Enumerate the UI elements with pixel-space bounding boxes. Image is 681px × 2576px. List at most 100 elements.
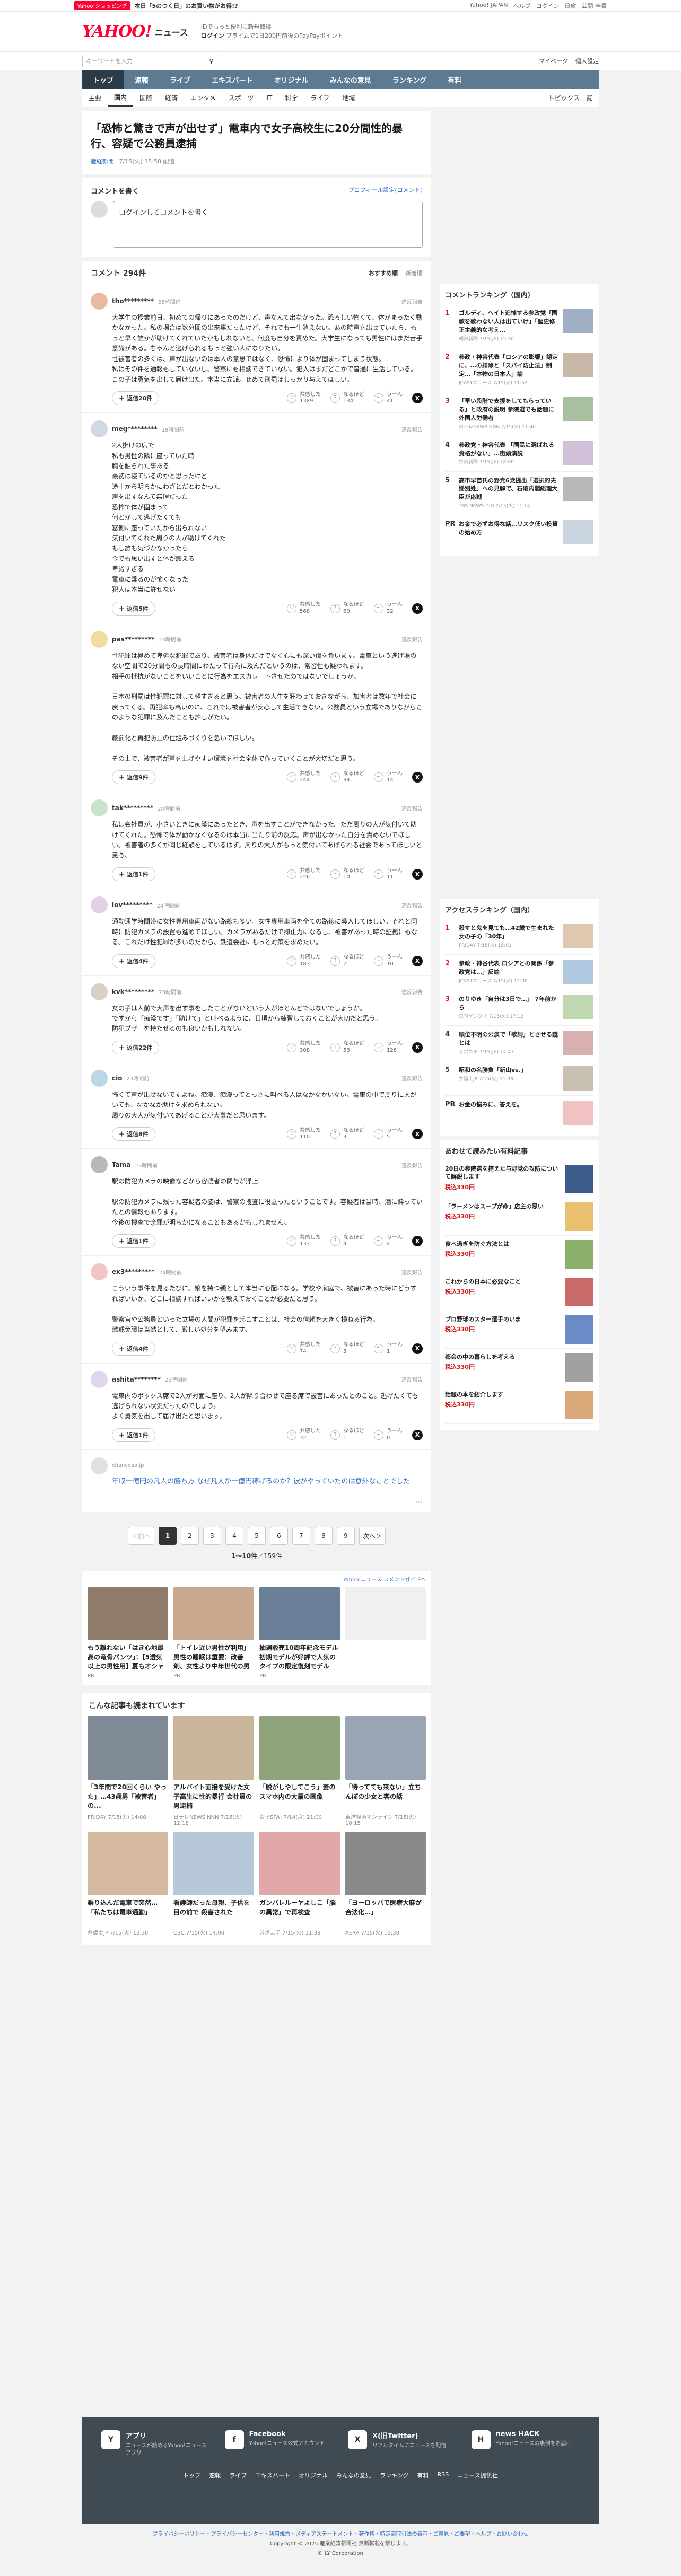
nav-tab-0[interactable]: トップ	[82, 70, 125, 89]
footer-link[interactable]: 有料	[417, 2471, 429, 2480]
footer-app[interactable]: f Facebook Yahoo!ニュース公式アカウント	[224, 2430, 334, 2457]
paid-article-item[interactable]: 「ラーメンはスープが命」店主の思い 税込330円	[445, 1198, 593, 1236]
tagline-1[interactable]: IDでもっと便利に新規取得	[201, 23, 343, 32]
paid-article-item[interactable]: これからの日本に必要なこと 税込330円	[445, 1273, 593, 1312]
nav-tab-6[interactable]: ランキング	[382, 70, 438, 89]
commenter-avatar[interactable]	[91, 1370, 108, 1388]
also-read-item[interactable]: ガンバレルーヤよしこ「脳の異常」で再検査 スポニチ 7/15(火) 11:38	[259, 1832, 340, 1936]
pager-page[interactable]: 1	[159, 1527, 177, 1545]
reaction-think[interactable]: ? なるほど 10	[330, 868, 364, 881]
reaction-like[interactable]: ♡ 共感した 226	[287, 868, 321, 881]
topbar-link-1[interactable]: ヘルプ	[513, 2, 531, 10]
x-share-icon[interactable]: X	[412, 603, 423, 614]
subnav-tab-9[interactable]: 地域	[336, 89, 361, 107]
reaction-think[interactable]: ? なるほど 4	[330, 1235, 364, 1248]
news-logo-text[interactable]: ニュース	[155, 25, 188, 38]
subnav-tab-10[interactable]: トピックス一覧	[542, 89, 599, 107]
subnav-tab-3[interactable]: 経済	[159, 89, 184, 107]
commenter-name[interactable]: meg*********	[112, 425, 158, 433]
pager-page[interactable]: 6	[270, 1527, 288, 1545]
reaction-like[interactable]: ♡ 共感した 133	[287, 1235, 321, 1248]
ranking-item[interactable]: 1 ゴルディ、ヘイト追悼する参政党「国歌を歌わない人は出ていけ」「歴史修正主義的な…	[445, 304, 593, 348]
commenter-avatar[interactable]	[91, 420, 108, 438]
commenter-name[interactable]: tho*********	[112, 297, 154, 305]
pager-page[interactable]: 4	[225, 1527, 243, 1545]
footer-link[interactable]: みんなの意見	[336, 2471, 371, 2480]
topbar-link-0[interactable]: Yahoo! JAPAN	[469, 2, 508, 10]
pager-page[interactable]: 9	[337, 1527, 355, 1545]
promo-tile[interactable]: もう離れない「はき心地最高の竜骨パンツ」：【5透気以上の男性用】夏もオシャレなズ…	[88, 1587, 168, 1679]
reaction-like[interactable]: ♡ 共感した 1389	[287, 392, 321, 405]
reply-button[interactable]: ＋返信1件	[112, 1234, 155, 1249]
nav-tab-7[interactable]: 有料	[437, 70, 472, 89]
subnav-tab-4[interactable]: エンタメ	[184, 89, 222, 107]
reaction-like[interactable]: ♡ 共感した 74	[287, 1342, 321, 1355]
footer-app[interactable]: X X(旧Twitter) リアルタイムにニュースを配信	[348, 2430, 457, 2457]
subnav-tab-0[interactable]: 主要	[82, 89, 108, 107]
ranking-pr[interactable]: PR お金で必ずお得な話…リスク低い投資の始め方	[445, 515, 593, 549]
commenter-name[interactable]: kvk*********	[112, 988, 154, 996]
article-title[interactable]: 「恐怖と驚きで声が出せず」電車内で女子高校生に20分間性的暴行、容疑で公務員逮捕	[91, 121, 423, 152]
reaction-hmm[interactable]: ~ うーん 14	[374, 771, 403, 784]
nav-tab-4[interactable]: オリジナル	[264, 70, 319, 89]
promo-tile[interactable]: 「トイレ近い男性が利用」男性の睡眠は重要：改善剤、女性より中年世代の男性で起こり…	[173, 1587, 254, 1679]
nav-tab-3[interactable]: エキスパート	[201, 70, 264, 89]
reaction-like[interactable]: ♡ 共感した 110	[287, 1128, 321, 1141]
promo-tile[interactable]: 抽選販売10周年記念モデル 初期モデルが好評で人気のタイプの限定復刻モデル PR	[259, 1587, 340, 1679]
sort-recommended[interactable]: おすすめ順	[369, 269, 398, 277]
reaction-hmm[interactable]: ~ うーん 1	[374, 1342, 403, 1355]
paid-article-item[interactable]: 20日の参院選を控えた与野党の攻防について解説します 税込330円	[445, 1160, 593, 1199]
footer-link[interactable]: オリジナル	[299, 2471, 328, 2480]
reaction-hmm[interactable]: ~ うーん 41	[374, 392, 403, 405]
subnav-tab-7[interactable]: 科学	[278, 89, 304, 107]
commenter-avatar[interactable]	[91, 896, 108, 914]
commenter-avatar[interactable]	[91, 983, 108, 1000]
reaction-hmm[interactable]: ~ うーん 5	[374, 1128, 403, 1141]
x-share-icon[interactable]: X	[412, 869, 423, 880]
x-share-icon[interactable]: X	[412, 393, 423, 404]
pager-page[interactable]: 3	[203, 1527, 221, 1545]
subnav-tab-5[interactable]: スポーツ	[222, 89, 260, 107]
pager-page[interactable]: 7	[292, 1527, 310, 1545]
profile-settings-link[interactable]: プロフィール設定(コメント)	[348, 186, 423, 196]
footer-link[interactable]: ニュース提供社	[457, 2471, 497, 2480]
reply-button[interactable]: ＋返信22件	[112, 1040, 160, 1054]
shopping-badge[interactable]: Yahoo!ショッピング	[74, 1, 130, 10]
reaction-hmm[interactable]: ~ うーん 128	[374, 1041, 403, 1054]
legal-links[interactable]: プライバシーポリシー・プライバシーセンター・利用規約・メディアステートメント・著…	[0, 2530, 681, 2539]
footer-link[interactable]: ランキング	[380, 2471, 409, 2480]
report-link[interactable]: 違反報告	[401, 804, 423, 812]
also-read-item[interactable]: 「脱がしやしてこう」妻のスマホ内の大量の画像 女子SPA! 7/14(月) 21:…	[259, 1716, 340, 1826]
ranking-item[interactable]: 3 「早い段階で支援をしてもらっている」と政府の説明 参院選でも話題に外国人労働者…	[445, 392, 593, 436]
reply-button[interactable]: ＋返信8件	[112, 1127, 155, 1141]
reply-button[interactable]: ＋返信4件	[112, 954, 155, 968]
footer-link[interactable]: トップ	[183, 2471, 200, 2480]
footer-link[interactable]: ライブ	[229, 2471, 247, 2480]
also-read-item[interactable]: 「3年間で20回くらい やった」…43歳男「被害者」の... FRIDAY 7/1…	[88, 1716, 168, 1826]
ranking-item[interactable]: 1 殺すと鬼を見ても…42歳で生まれた女の子の「30年」 FRIDAY 7/15(火…	[445, 919, 593, 955]
commenter-avatar[interactable]	[91, 293, 108, 310]
reaction-hmm[interactable]: ~ うーん 0	[374, 1428, 403, 1441]
commenter-avatar[interactable]	[91, 799, 108, 817]
ranking-item[interactable]: 4 参政党・神谷代表 「国民に選ばれる資格がない」…街頭演説 毎日新聞 7/15(火…	[445, 436, 593, 472]
commenter-name[interactable]: lov*********	[112, 901, 153, 909]
report-link[interactable]: 違反報告	[401, 1074, 423, 1082]
commenter-avatar[interactable]	[91, 1156, 108, 1174]
report-link[interactable]: 違反報告	[401, 1375, 423, 1383]
also-read-item[interactable]: 「待ってても来ない」立ちんぼの少女と客の話 東洋経済オンライン 7/15(火) 1…	[345, 1716, 426, 1826]
paid-article-item[interactable]: プロ野球のスター選手のいま 税込330円	[445, 1311, 593, 1349]
reaction-like[interactable]: ♡ 共感した 244	[287, 771, 321, 784]
reaction-think[interactable]: ? なるほど 7	[330, 954, 364, 968]
pager-page[interactable]: 5	[248, 1527, 266, 1545]
reply-button[interactable]: ＋返信1件	[112, 867, 155, 882]
commenter-name[interactable]: cio	[112, 1075, 122, 1082]
commenter-name[interactable]: Tama	[112, 1161, 130, 1168]
promo-tile[interactable]	[345, 1587, 426, 1679]
login-link[interactable]: ログイン	[201, 32, 224, 39]
x-share-icon[interactable]: X	[412, 1343, 423, 1354]
ranking-item[interactable]: 2 参政・神谷代表 ロシアとの関係「参政党は…」反論 JCASTニュース 7/15(…	[445, 955, 593, 991]
report-link[interactable]: 違反報告	[401, 1268, 423, 1276]
subnav-tab-2[interactable]: 国際	[133, 89, 159, 107]
yahoo-logo[interactable]: YAHOO!	[82, 22, 152, 41]
reaction-think[interactable]: ? なるほど 134	[330, 392, 364, 405]
